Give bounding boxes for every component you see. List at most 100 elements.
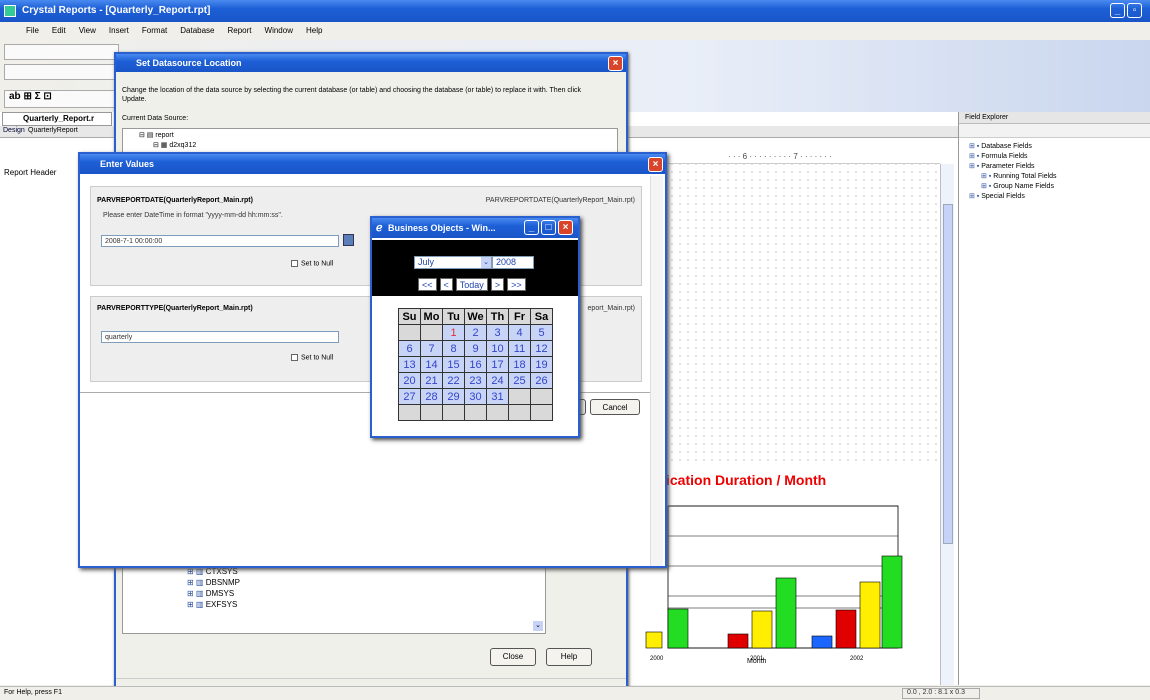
field-explorer-item[interactable]: ⊞ ▪ Running Total Fields — [969, 172, 1150, 182]
calendar-day[interactable]: 9 — [464, 340, 487, 357]
calendar-day[interactable]: 23 — [464, 372, 487, 389]
calendar-day[interactable]: 16 — [464, 356, 487, 373]
close-button[interactable]: Close — [490, 648, 536, 666]
calendar-day[interactable]: 31 — [486, 388, 509, 405]
minimize-icon[interactable]: _ — [524, 220, 539, 235]
doc-tab[interactable]: Quarterly_Report.r — [2, 112, 112, 126]
tree-node[interactable]: ⊞ ▥ DMSYS — [187, 588, 545, 599]
maximize-icon[interactable]: □ — [541, 220, 556, 235]
calendar-day[interactable]: 30 — [464, 388, 487, 405]
app-title-bar: Crystal Reports - [Quarterly_Report.rpt]… — [0, 0, 1150, 22]
chevron-down-icon[interactable]: ⌄ — [481, 257, 491, 268]
toolbar-formatting[interactable] — [4, 64, 119, 80]
set-null-checkbox[interactable]: Set to Null — [291, 354, 333, 361]
database-icon: ⊞ ▥ — [187, 600, 206, 609]
close-icon[interactable]: × — [608, 56, 623, 71]
param-hint: Please enter DateTime in format "yyyy-mm… — [103, 212, 283, 219]
enter-values-vscroll[interactable] — [650, 176, 663, 566]
field-explorer-item[interactable]: ⊞ ▪ Formula Fields — [969, 152, 1150, 162]
chart-bar — [645, 631, 663, 649]
param-name: PARVREPORTDATE(QuarterlyReport_Main.rpt) — [97, 197, 253, 204]
calendar-day[interactable]: 19 — [530, 356, 553, 373]
tree-node-report[interactable]: ⊟ ▤ report — [139, 131, 617, 141]
tree-node[interactable]: ⊞ ▥ DBSNMP — [187, 577, 545, 588]
database-icon: ⊞ ▥ — [187, 578, 206, 587]
calendar-nav-button[interactable]: << — [418, 278, 437, 291]
calendar-nav-button[interactable]: >> — [507, 278, 526, 291]
menu-item-edit[interactable]: Edit — [52, 26, 66, 35]
calendar-header: July ⌄ 2008 << < Today > >> — [372, 240, 578, 296]
calendar-day[interactable]: 14 — [420, 356, 443, 373]
toolbar-insert[interactable]: ab ⊞ Σ ⊡ — [4, 90, 119, 108]
calendar-button-icon[interactable] — [343, 234, 354, 246]
calendar-day[interactable]: 10 — [486, 340, 509, 357]
calendar-day[interactable]: 2 — [464, 324, 487, 341]
tree-scroll-down-icon[interactable]: ⌄ — [533, 621, 543, 631]
field-explorer-item[interactable]: ⊞ ▪ Group Name Fields — [969, 182, 1150, 192]
minimize-icon[interactable]: _ — [1110, 3, 1125, 18]
menu-bar: File Edit View Insert Format Database Report Wi… — [0, 22, 1150, 40]
menu-item-view[interactable]: View — [79, 26, 96, 35]
calendar-day[interactable]: 28 — [420, 388, 443, 405]
field-explorer-item[interactable]: ⊞ ▪ Parameter Fields — [969, 162, 1150, 172]
calendar-nav-button[interactable]: < — [439, 278, 453, 291]
chart-bar — [811, 635, 833, 649]
close-icon[interactable]: × — [648, 157, 663, 172]
calendar-day[interactable]: 11 — [508, 340, 531, 357]
calendar-day[interactable]: 25 — [508, 372, 531, 389]
weekday-header: Mo — [420, 308, 443, 325]
menu-item-database[interactable]: Database — [180, 26, 214, 35]
menu-item-format[interactable]: Format — [142, 26, 167, 35]
toolbar-standard[interactable] — [4, 44, 119, 60]
database-icon: ⊞ ▥ — [187, 567, 206, 576]
calendar-day[interactable]: 29 — [442, 388, 465, 405]
calendar-day[interactable]: 13 — [398, 356, 421, 373]
close-icon[interactable]: × — [558, 220, 573, 235]
section-label: Report Header — [4, 168, 57, 177]
set-null-checkbox[interactable]: Set to Null — [291, 260, 333, 267]
calendar-day[interactable]: 4 — [508, 324, 531, 341]
param-name-right: PARVREPORTDATE(QuarterlyReport_Main.rpt) — [485, 197, 635, 204]
month-select[interactable]: July ⌄ — [414, 256, 492, 269]
calendar-day[interactable]: 1 — [442, 324, 465, 341]
tab-design[interactable]: Design — [3, 127, 25, 134]
doc-vscroll[interactable] — [940, 164, 954, 685]
menu-item-window[interactable]: Window — [265, 26, 293, 35]
calendar-day[interactable]: 5 — [530, 324, 553, 341]
param-name: PARVREPORTTYPE(QuarterlyReport_Main.rpt) — [97, 305, 253, 312]
menu-item-insert[interactable]: Insert — [109, 26, 129, 35]
cancel-button[interactable]: Cancel — [590, 399, 640, 415]
tab-preview[interactable]: QuarterlyReport — [28, 127, 78, 134]
datasource-title: Set Datasource Location — [136, 58, 242, 68]
calendar-day[interactable]: 21 — [420, 372, 443, 389]
calendar-day[interactable]: 22 — [442, 372, 465, 389]
calendar-day[interactable]: 24 — [486, 372, 509, 389]
calendar-day[interactable]: 27 — [398, 388, 421, 405]
report-type-input[interactable]: quarterly — [101, 331, 339, 343]
menu-item-file[interactable]: File — [26, 26, 39, 35]
calendar-day[interactable]: 18 — [508, 356, 531, 373]
calendar-nav-button[interactable]: > — [490, 278, 505, 291]
calendar-day[interactable]: 15 — [442, 356, 465, 373]
restore-icon[interactable]: ▫ — [1127, 3, 1142, 18]
menu-item-help[interactable]: Help — [306, 26, 322, 35]
calendar-day[interactable]: 3 — [486, 324, 509, 341]
calendar-day[interactable]: 7 — [420, 340, 443, 357]
chart-tick-label: 2000 — [650, 656, 664, 662]
year-input[interactable]: 2008 — [492, 256, 534, 269]
weekday-header: Tu — [442, 308, 465, 325]
field-explorer-item[interactable]: ⊞ ▪ Database Fields — [969, 142, 1150, 152]
calendar-day[interactable]: 12 — [530, 340, 553, 357]
calendar-day[interactable]: 6 — [398, 340, 421, 357]
calendar-nav-button[interactable]: Today — [455, 278, 488, 291]
calendar-day[interactable]: 26 — [530, 372, 553, 389]
date-input[interactable]: 2008-7-1 00:00:00 — [101, 235, 339, 247]
calendar-day[interactable]: 8 — [442, 340, 465, 357]
tree-node[interactable]: ⊞ ▥ EXFSYS — [187, 599, 545, 610]
calendar-day[interactable]: 17 — [486, 356, 509, 373]
help-button[interactable]: Help — [546, 648, 592, 666]
calendar-day[interactable]: 20 — [398, 372, 421, 389]
menu-item-report[interactable]: Report — [228, 26, 252, 35]
tree-node-server[interactable]: ⊟ ▦ d2xq312 — [139, 141, 617, 151]
field-explorer-item[interactable]: ⊞ ▪ Special Fields — [969, 192, 1150, 202]
